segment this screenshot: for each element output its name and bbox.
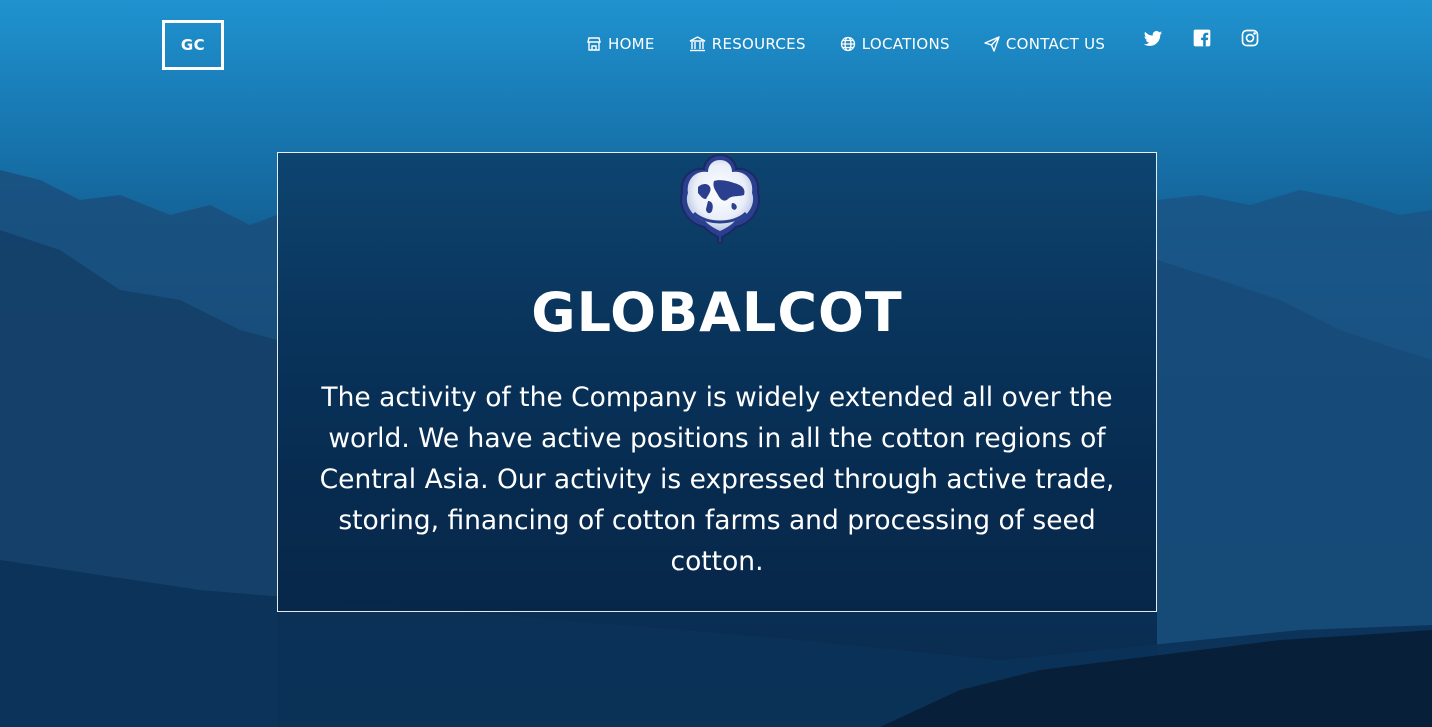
logo-text: GC <box>180 36 206 54</box>
hero-title: GLOBALCOT <box>531 281 903 344</box>
bank-icon <box>689 36 706 52</box>
twitter-icon[interactable] <box>1143 29 1163 49</box>
nav-resources[interactable]: RESOURCES <box>689 35 806 53</box>
nav-locations[interactable]: LOCATIONS <box>840 35 950 53</box>
store-icon <box>587 37 601 51</box>
facebook-icon[interactable] <box>1192 28 1212 48</box>
nav-home[interactable]: HOME <box>586 35 655 53</box>
nav-locations-label: LOCATIONS <box>861 35 950 53</box>
instagram-icon[interactable] <box>1240 28 1260 48</box>
nav-resources-label: RESOURCES <box>711 35 806 53</box>
nav-contact[interactable]: CONTACT US <box>984 35 1105 53</box>
site-logo[interactable]: GC <box>162 20 224 70</box>
hero-description: The activity of the Company is widely ex… <box>319 382 1115 577</box>
send-icon <box>984 36 1000 52</box>
globalcot-emblem-icon <box>680 153 760 244</box>
site-header: GC HOME RESOURCES LOCATIONS CONTACT US <box>0 0 1432 90</box>
nav-home-label: HOME <box>608 35 655 53</box>
globe-icon <box>840 36 855 52</box>
main-nav: HOME RESOURCES LOCATIONS CONTACT US <box>586 35 1139 53</box>
nav-contact-label: CONTACT US <box>1005 35 1106 53</box>
hero-panel: GLOBALCOT The activity of the Company is… <box>277 152 1157 612</box>
